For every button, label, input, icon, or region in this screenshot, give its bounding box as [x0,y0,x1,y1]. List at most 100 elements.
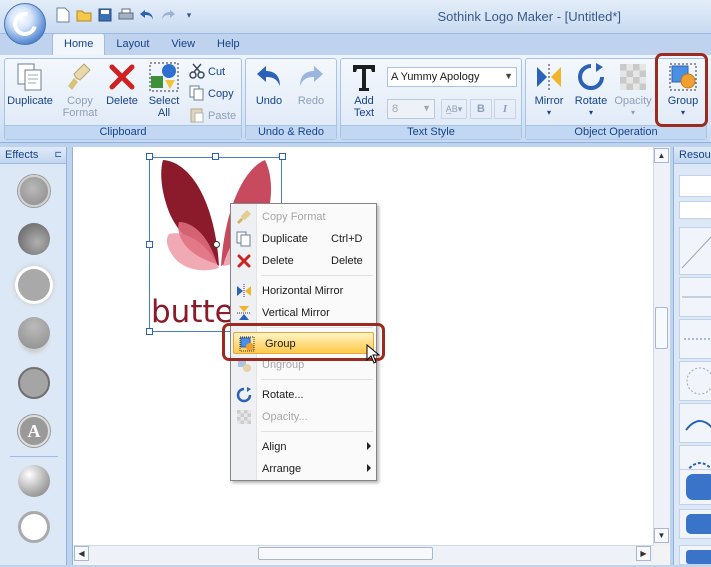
menu-item-align[interactable]: Align [231,436,376,458]
horizontal-scroll-thumb[interactable] [258,547,433,560]
resource-rounded-rect-2[interactable] [679,509,711,539]
select-all-button[interactable]: Select All [143,61,185,119]
scissors-icon [189,63,205,82]
paste-icon [189,107,205,126]
bold-button[interactable]: B [470,99,492,119]
add-text-button[interactable]: Add Text [343,61,385,119]
scroll-down-button[interactable]: ▼ [654,528,669,543]
effect-outline[interactable] [18,511,50,543]
resource-line-dotted[interactable] [679,319,711,359]
effects-panel-header: Effects ⊏ [0,147,66,164]
text-style-group: Add Text A Yummy Apology ▼ 8 ▼ A̲B▾ B I … [340,58,522,140]
effect-gradient[interactable] [18,465,50,497]
menu-item-opacity[interactable]: Opacity... [231,406,376,428]
effect-glow[interactable] [18,269,50,301]
undo-button[interactable]: Undo [248,61,290,107]
title-bar: ▾ Sothink Logo Maker - [Untitled*] [0,0,711,45]
rotation-center-handle[interactable] [213,241,220,248]
submenu-arrow-icon [367,464,371,472]
cut-button[interactable]: Cut [189,62,225,82]
effect-stroke[interactable] [18,367,50,399]
text-t-icon [348,61,380,93]
font-dropdown-arrow-icon: ▼ [504,71,513,81]
resource-circle-dashed[interactable] [679,361,711,401]
paintbrush-icon [64,61,96,93]
clipboard-group-label: Clipboard [5,125,241,139]
pin-icon[interactable]: ⊏ [54,149,62,160]
ribbon: Duplicate Copy Format Delete Select All [0,55,711,143]
app-menu-button[interactable] [4,3,46,45]
delete-button[interactable]: Delete [101,61,143,107]
menu-item-duplicate[interactable]: Duplicate Ctrl+D [231,228,376,250]
select-all-icon [148,61,180,93]
horizontal-mirror-icon [236,283,252,299]
menu-separator [261,379,373,380]
duplicate-button[interactable]: Duplicate [7,61,53,107]
tab-help[interactable]: Help [206,34,251,56]
tab-layout[interactable]: Layout [105,34,160,56]
effect-text[interactable]: A [18,415,50,447]
size-dropdown-arrow-icon: ▼ [422,103,431,113]
vertical-scroll-thumb[interactable] [655,307,668,349]
selection-handle-w[interactable] [146,241,153,248]
menu-item-horizontal-mirror[interactable]: Horizontal Mirror [231,280,376,302]
mirror-button[interactable]: Mirror ▾ [528,61,570,119]
undo-redo-group-label: Undo & Redo [246,125,336,139]
text-spacing-button[interactable]: A̲B▾ [441,99,467,119]
duplicate-icon [236,231,252,247]
text-effect-icon: A [27,420,41,441]
copy-format-button[interactable]: Copy Format [59,61,101,119]
redo-arrow-icon [295,61,327,93]
effect-reflection[interactable] [18,317,50,349]
paintbrush-icon [236,209,252,225]
opacity-button[interactable]: Opacity ▾ [612,61,654,119]
paste-button[interactable]: Paste [189,106,236,126]
tab-home[interactable]: Home [52,33,106,56]
duplicate-icon [14,61,46,93]
horizontal-scrollbar[interactable]: ◀ ▶ [73,545,654,562]
vertical-scrollbar[interactable]: ▲ ▼ [653,147,670,545]
rotate-button[interactable]: Rotate ▾ [570,61,612,119]
delete-x-icon [106,61,138,93]
vertical-mirror-icon [236,305,252,321]
selection-handle-ne[interactable] [279,153,286,160]
resource-line-diagonal[interactable] [679,227,711,275]
letter-spacing-icon: A̲B▾ [445,103,463,114]
font-size-select[interactable]: 8 ▼ [387,99,435,119]
copy-icon [189,85,205,104]
menu-item-arrange[interactable]: Arrange [231,458,376,480]
opacity-checker-icon [617,61,649,93]
menu-item-delete[interactable]: Delete Delete [231,250,376,272]
resource-line-horizontal[interactable] [679,277,711,317]
menu-item-vertical-mirror[interactable]: Vertical Mirror [231,302,376,324]
scroll-left-button[interactable]: ◀ [74,546,89,561]
effect-inner-shadow[interactable] [18,223,50,255]
tab-view[interactable]: View [160,34,206,56]
resource-arc[interactable] [679,403,711,443]
rotate-icon [236,387,252,403]
scroll-right-button[interactable]: ▶ [636,546,651,561]
effects-divider [10,456,58,457]
undo-arrow-icon [253,61,285,93]
italic-button[interactable]: I [494,99,516,119]
selection-handle-nw[interactable] [146,153,153,160]
scroll-up-button[interactable]: ▲ [654,148,669,163]
rotate-icon [575,61,607,93]
resource-category-select[interactable] [679,201,711,219]
opacity-checker-icon [236,409,252,425]
menu-separator [261,431,373,432]
resources-panel-header: Resou [674,147,711,164]
selection-handle-sw[interactable] [146,328,153,335]
selection-handle-n[interactable] [212,153,219,160]
font-family-select[interactable]: A Yummy Apology ▼ [387,67,517,87]
resource-rect-3[interactable] [679,545,711,565]
menu-item-rotate[interactable]: Rotate... [231,384,376,406]
group-button-highlight [655,53,708,127]
effect-bevel[interactable] [18,175,50,207]
mouse-cursor-icon [366,344,380,364]
resource-rounded-rect[interactable] [679,469,711,505]
resource-search-field[interactable] [679,175,711,197]
copy-button[interactable]: Copy [189,84,234,104]
redo-button[interactable]: Redo [290,61,332,107]
menu-item-copy-format[interactable]: Copy Format [231,206,376,228]
